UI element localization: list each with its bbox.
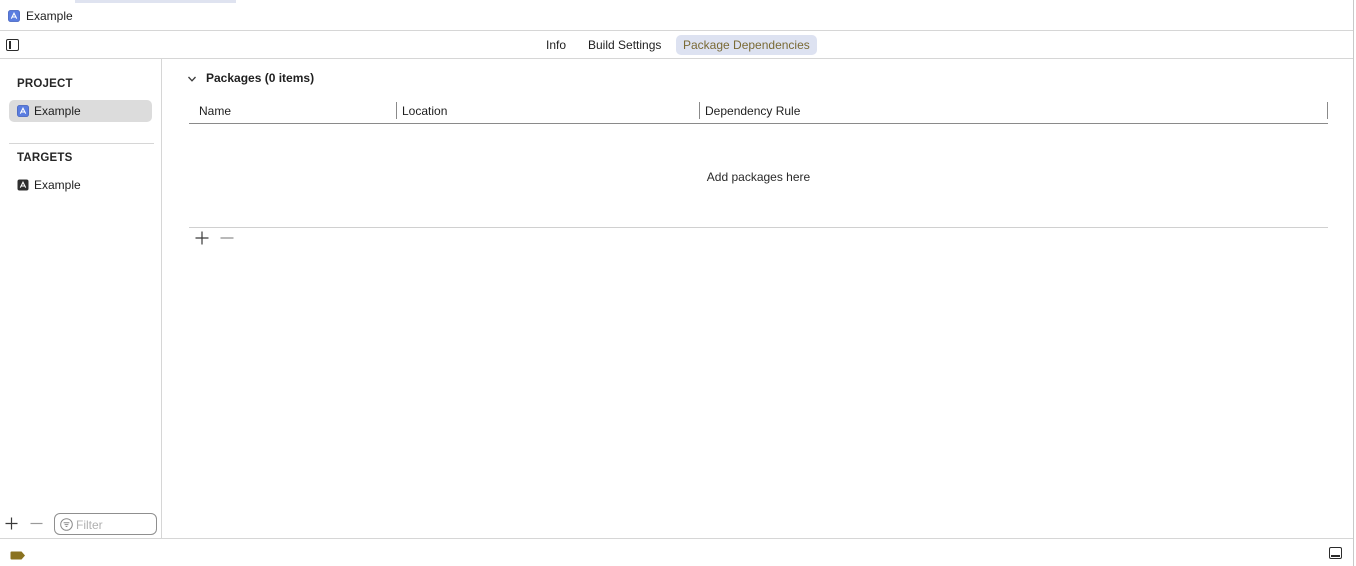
project-section-title: PROJECT (17, 78, 73, 90)
bottom-panel-icon[interactable] (1329, 547, 1342, 559)
minus-icon[interactable] (220, 231, 234, 247)
filter-icon (60, 518, 73, 534)
plus-icon[interactable] (5, 517, 18, 531)
packages-table: Name Location Dependency Rule Add packag… (189, 100, 1328, 228)
tab-package-dependencies[interactable]: Package Dependencies (676, 35, 817, 55)
tab-info[interactable]: Info (539, 35, 573, 55)
window-titlebar: Example (0, 0, 1353, 31)
project-navigator-sidebar: PROJECT Example TARGETS Example (0, 59, 162, 538)
tag-icon[interactable] (10, 549, 26, 563)
status-bar (0, 538, 1353, 566)
table-bottom-border (189, 227, 1328, 228)
xcode-project-icon (17, 105, 29, 120)
plus-icon[interactable] (195, 231, 209, 247)
minus-icon[interactable] (30, 517, 43, 531)
empty-table-message: Add packages here (706, 170, 811, 184)
targets-section-title: TARGETS (17, 152, 73, 164)
sidebar-footer (0, 512, 162, 538)
chevron-down-icon[interactable] (187, 73, 197, 87)
column-separator[interactable] (396, 102, 397, 119)
packages-section-title: Packages (0 items) (206, 71, 315, 85)
column-header-dependency-rule[interactable]: Dependency Rule (705, 104, 800, 118)
package-dependencies-editor: Packages (0 items) Name Location Depende… (163, 59, 1353, 538)
filter-input[interactable] (76, 517, 154, 532)
active-tab-indicator (75, 0, 236, 3)
sidebar-item-label: Example (34, 104, 81, 118)
sidebar-item-project[interactable]: Example (9, 100, 152, 122)
app-target-icon (17, 179, 29, 194)
column-separator[interactable] (699, 102, 700, 119)
window-right-border (1353, 0, 1354, 566)
editor-tab-bar: Info Build Settings Package Dependencies (0, 31, 1353, 59)
table-header: Name Location Dependency Rule (189, 100, 1328, 124)
xcode-project-icon (8, 10, 20, 25)
sidebar-item-target[interactable]: Example (9, 174, 152, 196)
settings-tabs: Info Build Settings Package Dependencies (0, 31, 1353, 59)
window-title: Example (26, 9, 73, 23)
sidebar-divider (9, 143, 154, 144)
sidebar-item-label: Example (34, 178, 81, 192)
column-header-name[interactable]: Name (199, 104, 231, 118)
column-header-location[interactable]: Location (402, 104, 447, 118)
filter-field[interactable] (54, 513, 157, 535)
column-separator[interactable] (1327, 102, 1328, 119)
tab-build-settings[interactable]: Build Settings (581, 35, 668, 55)
